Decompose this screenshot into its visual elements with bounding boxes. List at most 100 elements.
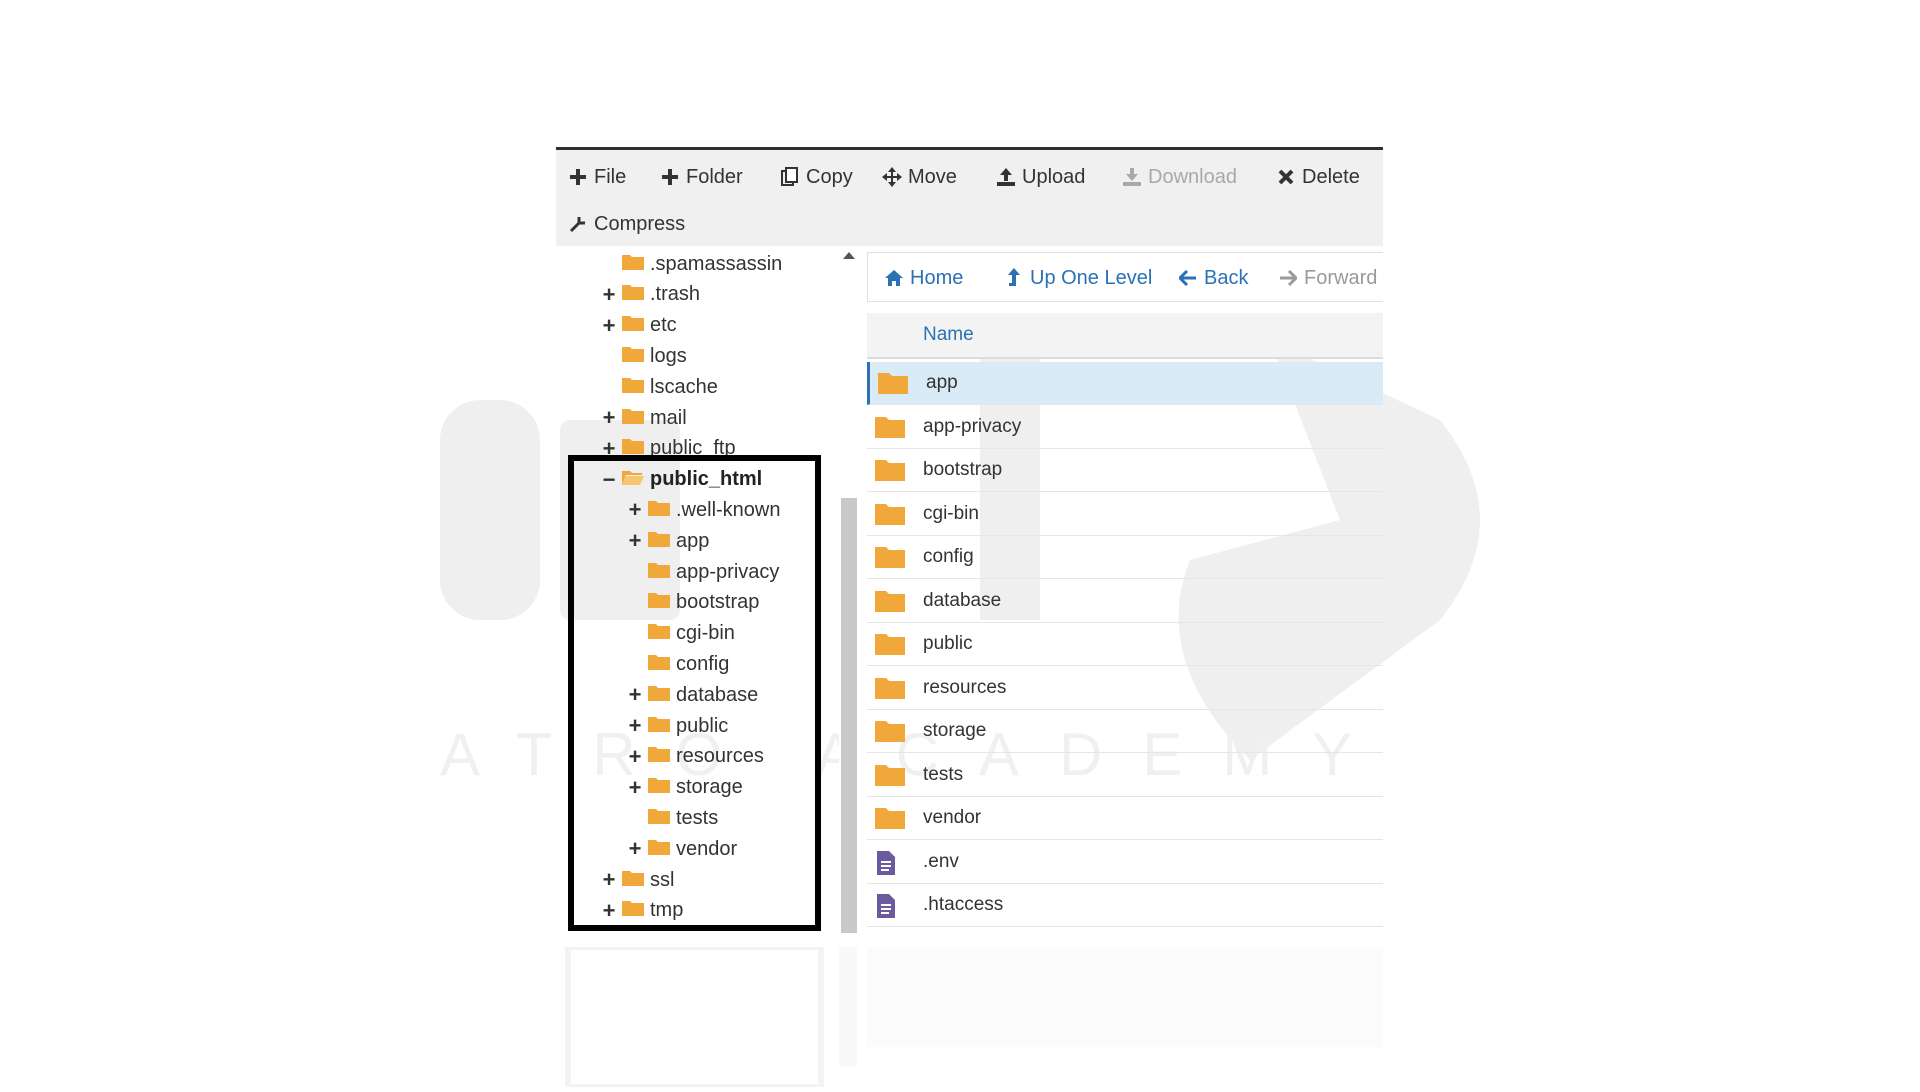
file-name: database (923, 589, 1002, 611)
folder-icon (622, 283, 644, 306)
folder-icon (878, 371, 908, 400)
tree-item[interactable]: + mail (600, 404, 687, 432)
expand-toggle-icon[interactable]: + (600, 313, 618, 339)
up-one-level-button[interactable]: Up One Level (1004, 261, 1152, 295)
move-icon (882, 167, 902, 187)
file-row[interactable]: .htaccess (867, 884, 1383, 927)
folder-row[interactable]: app-privacy (867, 406, 1383, 449)
upload-button[interactable]: Upload (996, 160, 1085, 194)
folder-row[interactable]: resources (867, 667, 1383, 710)
tree-item[interactable]: + ssl (600, 866, 675, 894)
compress-icon (568, 214, 588, 234)
folder-icon (875, 719, 905, 748)
folder-row[interactable]: database (867, 580, 1383, 623)
tree-item[interactable]: logs (600, 342, 687, 370)
tree-item[interactable]: + app (626, 527, 710, 555)
expand-toggle-icon[interactable]: + (626, 713, 644, 739)
tree-item[interactable]: − public_html (600, 466, 763, 494)
tree-item[interactable]: bootstrap (626, 589, 759, 617)
tree-item-label: database (676, 683, 759, 706)
tree-item[interactable]: lscache (600, 373, 718, 401)
folder-icon (875, 415, 905, 444)
expand-toggle-icon[interactable]: + (600, 282, 618, 308)
home-button[interactable]: Home (884, 261, 963, 295)
file-icon (875, 893, 897, 924)
scroll-thumb[interactable] (841, 498, 857, 933)
folder-icon (875, 806, 905, 835)
tree-item-label: app (676, 529, 710, 552)
folder-icon (648, 776, 670, 799)
tree-scrollbar[interactable] (839, 246, 857, 936)
tree-item-label: .spamassassin (650, 252, 783, 275)
tree-item[interactable]: + resources (626, 743, 764, 771)
file-row[interactable]: .env (867, 841, 1383, 884)
tree-item-label: resources (676, 745, 764, 768)
folder-row[interactable]: config (867, 536, 1383, 579)
new-file-button[interactable]: File (568, 160, 626, 194)
name-column-header[interactable]: Name (867, 313, 1383, 359)
folder-icon (648, 745, 670, 768)
file-name: storage (923, 720, 987, 741)
folder-icon (622, 899, 644, 922)
tree-item-label: vendor (676, 837, 738, 860)
expand-toggle-icon[interactable]: + (626, 528, 644, 554)
folder-row[interactable]: vendor (867, 797, 1383, 840)
file-name: app-privacy (923, 415, 1022, 437)
tree-item[interactable]: + tmp (600, 897, 684, 925)
directory-tree: .spamassassin + .trash + etc logs lscache + mail… (556, 246, 841, 937)
download-icon (1122, 167, 1142, 187)
tree-item[interactable]: cgi-bin (626, 620, 735, 648)
tree-item[interactable]: + .trash (600, 281, 700, 309)
file-name: app (926, 372, 958, 393)
tree-item[interactable]: + database (626, 681, 759, 709)
tree-item[interactable]: + public (626, 712, 729, 740)
copy-button[interactable]: Copy (780, 160, 853, 194)
collapse-toggle-icon[interactable]: − (600, 467, 618, 493)
tree-item-label: storage (676, 776, 743, 799)
tree-item[interactable]: + etc (600, 312, 677, 340)
tree-item[interactable]: tests (626, 804, 718, 832)
file-name: config (923, 546, 974, 567)
tree-item-label: app-privacy (676, 560, 780, 583)
move-button[interactable]: Move (882, 160, 957, 194)
folder-row[interactable]: public (867, 623, 1383, 666)
folder-icon (622, 345, 644, 368)
folder-icon (648, 499, 670, 522)
tree-item[interactable]: + storage (626, 774, 743, 802)
expand-toggle-icon[interactable]: + (600, 867, 618, 893)
forward-button[interactable]: Forward (1278, 261, 1377, 295)
file-name: .env (923, 850, 959, 872)
tree-item[interactable]: config (626, 650, 729, 678)
tree-item-label: .well-known (676, 498, 781, 521)
tree-item[interactable]: + public_ftp (600, 435, 736, 463)
compress-button[interactable]: Compress (568, 207, 685, 241)
tree-item[interactable]: + .well-known (626, 496, 781, 524)
expand-toggle-icon[interactable]: + (626, 744, 644, 770)
tree-item-label: tmp (650, 899, 684, 922)
expand-toggle-icon[interactable]: + (626, 497, 644, 523)
tree-item[interactable]: app-privacy (626, 558, 779, 586)
folder-icon (622, 869, 644, 892)
folder-row[interactable]: storage (867, 710, 1383, 753)
tree-item[interactable]: .spamassassin (600, 250, 782, 278)
delete-button[interactable]: Delete (1276, 160, 1360, 194)
download-button[interactable]: Download (1122, 160, 1237, 194)
folder-row[interactable]: tests (867, 754, 1383, 797)
tree-item-label: public (676, 714, 729, 737)
copy-icon (780, 167, 800, 187)
expand-toggle-icon[interactable]: + (626, 682, 644, 708)
folder-row[interactable]: bootstrap (867, 449, 1383, 492)
back-button[interactable]: Back (1178, 261, 1248, 295)
scroll-up-arrow-icon[interactable] (843, 252, 855, 259)
tree-item[interactable]: + vendor (626, 835, 738, 863)
expand-toggle-icon[interactable]: + (600, 436, 618, 462)
folder-row[interactable]: app (867, 362, 1383, 405)
folder-icon (875, 632, 905, 661)
expand-toggle-icon[interactable]: + (600, 898, 618, 924)
new-folder-button[interactable]: Folder (660, 160, 743, 194)
expand-toggle-icon[interactable]: + (600, 405, 618, 431)
expand-toggle-icon[interactable]: + (626, 836, 644, 862)
folder-row[interactable]: cgi-bin (867, 493, 1383, 536)
expand-toggle-icon[interactable]: + (626, 775, 644, 801)
up-icon (1004, 268, 1024, 288)
